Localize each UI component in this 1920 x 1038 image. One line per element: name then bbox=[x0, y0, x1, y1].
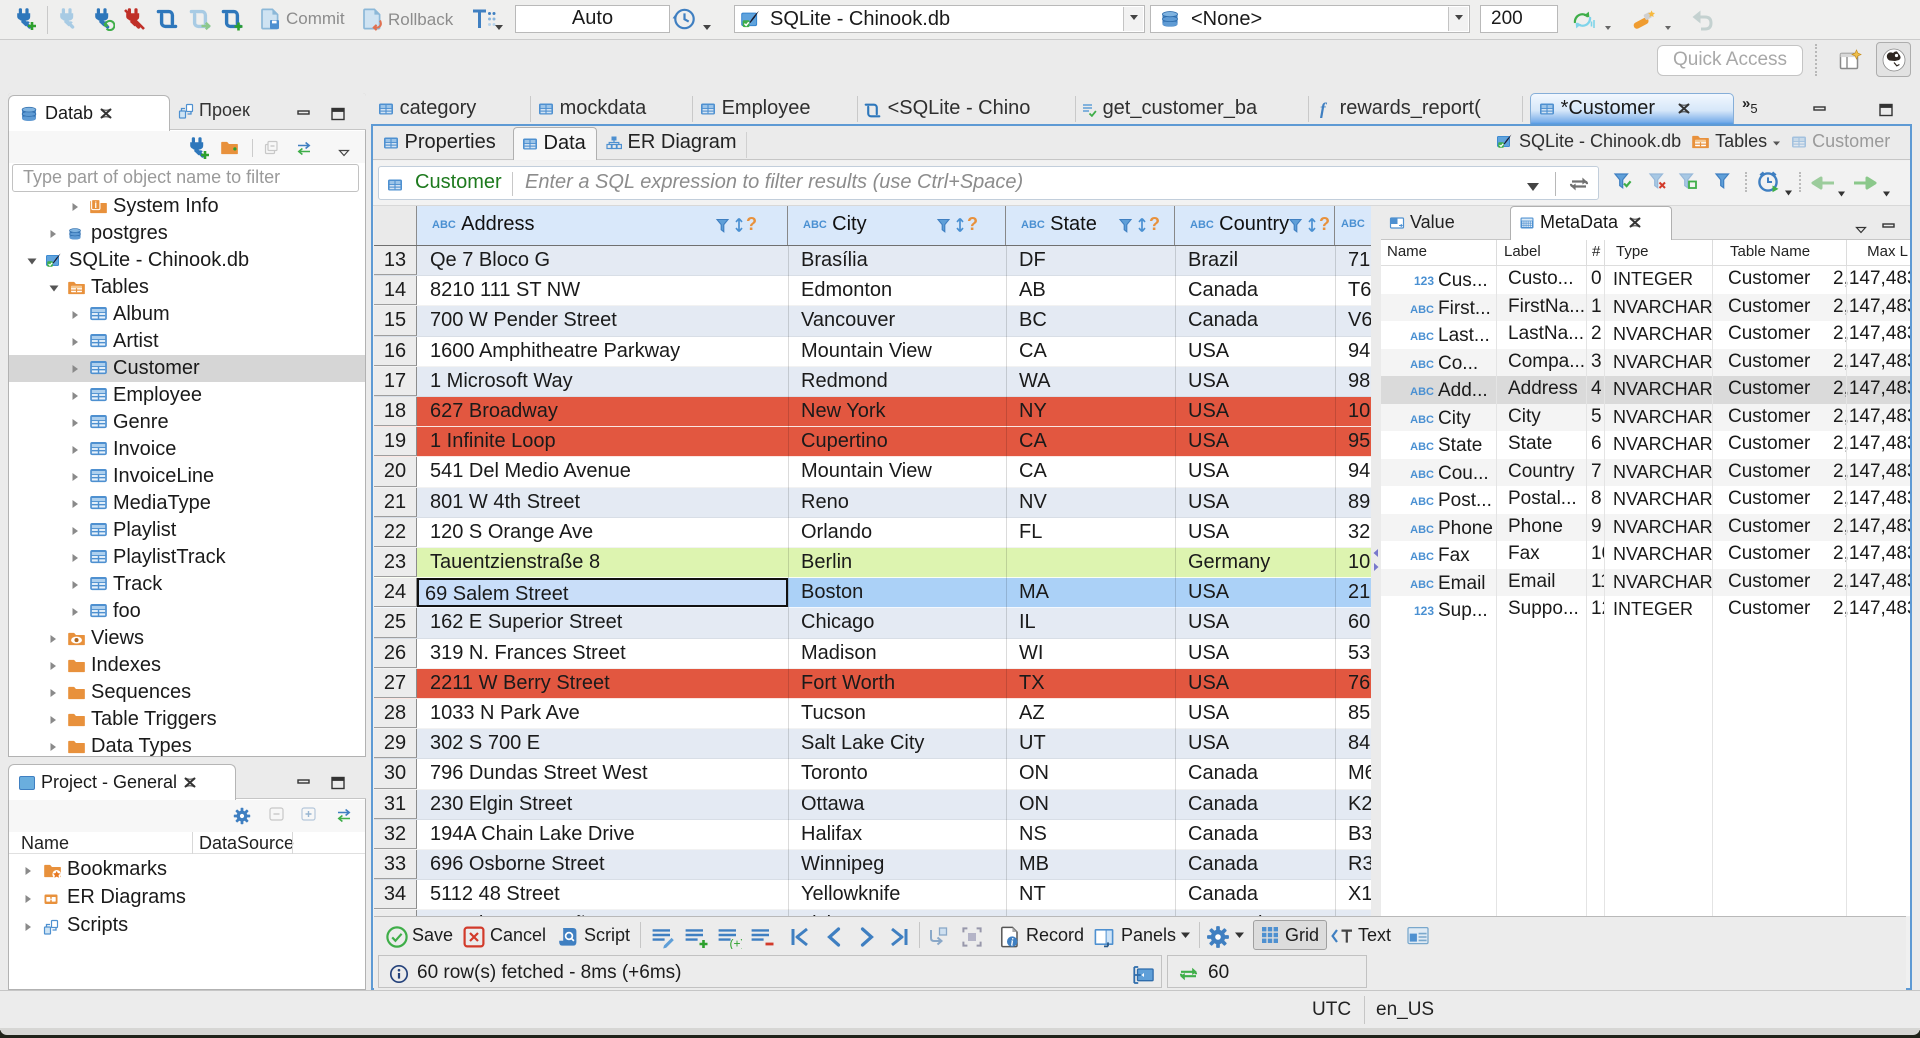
svg-text:i: i bbox=[1011, 937, 1014, 948]
svg-text:f: f bbox=[1320, 100, 1328, 118]
svg-text:(+): (+) bbox=[730, 937, 743, 950]
svg-text:i: i bbox=[95, 200, 97, 210]
